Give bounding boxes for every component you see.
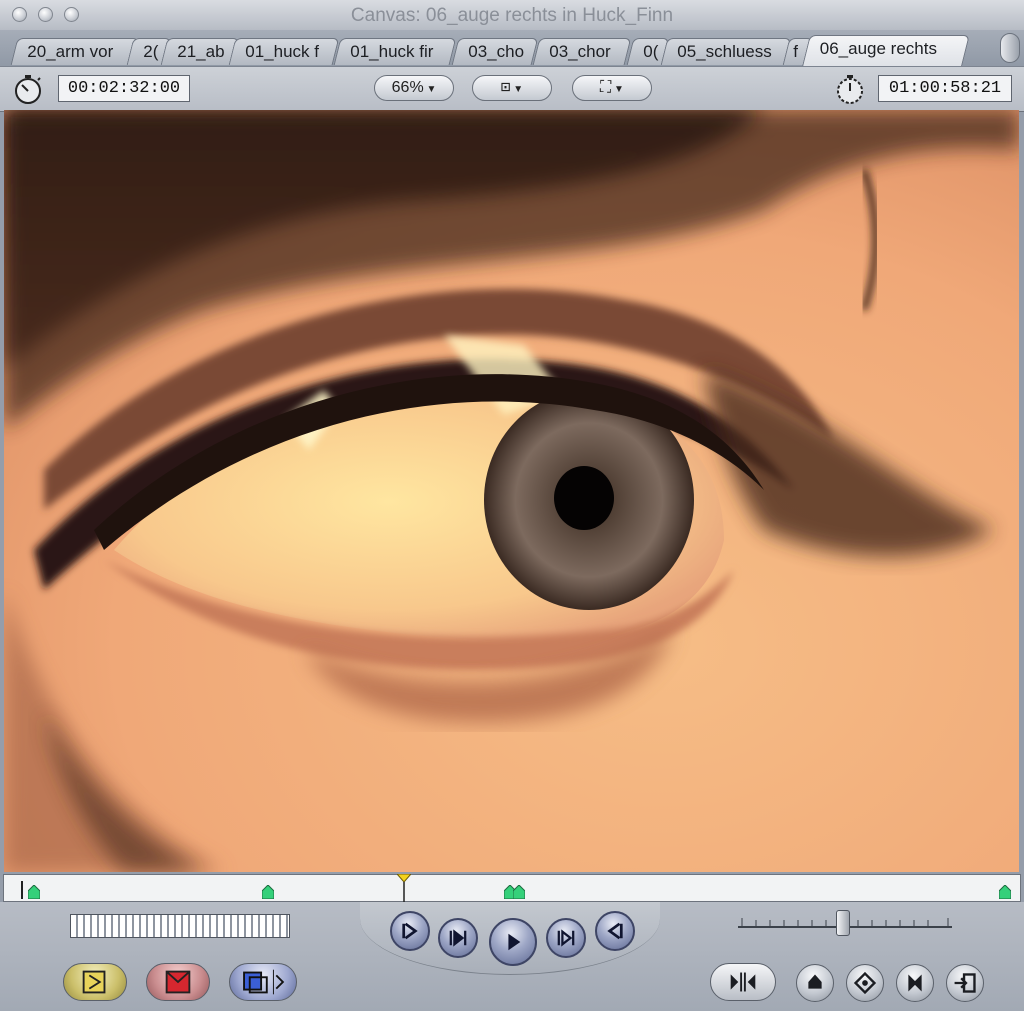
marker-icon[interactable] <box>262 885 274 899</box>
match-frame-icon <box>730 972 756 992</box>
in-point-indicator <box>21 881 23 899</box>
enter-icon <box>954 973 976 993</box>
eye-closeup-image <box>4 110 1019 872</box>
marker-icon[interactable] <box>513 885 525 899</box>
view-options-popup[interactable]: ⛶ ▼ <box>572 75 652 101</box>
marker-icon[interactable] <box>999 885 1011 899</box>
marker-add-icon <box>908 974 922 992</box>
chevron-down-icon: ▼ <box>611 84 624 95</box>
jog-handle[interactable] <box>836 910 850 936</box>
tab-21-ab[interactable]: 21_ab <box>160 38 240 65</box>
window-title: Canvas: 06_auge rechts in Huck_Finn <box>350 5 674 26</box>
play-icon <box>508 933 521 951</box>
next-edit-icon <box>607 922 623 940</box>
play-around-current-button[interactable] <box>546 918 586 958</box>
tab-03-cho[interactable]: 03_cho <box>451 38 539 65</box>
tab-01-huck-f[interactable]: 01_huck f <box>228 38 340 65</box>
overwrite-edit-button[interactable] <box>146 963 210 1001</box>
add-marker-button[interactable] <box>896 964 934 1002</box>
stopwatch-icon <box>15 75 41 104</box>
match-frame-button[interactable] <box>710 963 776 1001</box>
scrubber-bar[interactable] <box>3 874 1021 902</box>
canvas-window: Canvas: 06_auge rechts in Huck_Finn 20_a… <box>0 0 1024 1011</box>
overwrite-icon <box>165 970 191 994</box>
mark-clip-icon <box>808 974 822 989</box>
show-in-browser-button[interactable] <box>946 964 984 1002</box>
insert-edit-button[interactable] <box>63 963 127 1001</box>
mark-clip-button[interactable] <box>796 964 834 1002</box>
playhead-icon[interactable] <box>397 874 411 902</box>
frame-icon: ⛶ <box>600 79 612 96</box>
previous-edit-icon <box>402 922 418 940</box>
go-to-next-edit-button[interactable] <box>595 911 635 951</box>
keyframe-icon <box>853 971 877 995</box>
current-timecode-field[interactable]: 01:00:58:21 <box>878 75 1012 102</box>
chevron-down-icon: ▼ <box>510 84 524 95</box>
stopwatch-icon <box>837 75 863 104</box>
duration-timecode-field[interactable]: 00:02:32:00 <box>58 75 190 102</box>
play-in-to-out-button[interactable] <box>438 918 478 958</box>
tab-20-arm-vor[interactable]: 20_arm vor <box>10 38 140 65</box>
play-around-icon <box>557 929 575 947</box>
zoom-popup[interactable]: 66% ▼ <box>374 75 454 101</box>
tab-01-huck-fir[interactable]: 01_huck fir <box>333 38 457 65</box>
sequence-tab-bar: 20_arm vor 2( 21_ab 01_huck f 01_huck fi… <box>0 30 1024 66</box>
view-popup[interactable]: ⊡ ▼ <box>472 75 552 101</box>
marker-icon[interactable] <box>28 885 40 899</box>
video-frame[interactable] <box>4 110 1019 872</box>
shuttle-control[interactable] <box>70 914 290 938</box>
add-keyframe-button[interactable] <box>846 964 884 1002</box>
title-bar[interactable]: Canvas: 06_auge rechts in Huck_Finn <box>0 0 1024 31</box>
replace-edit-button[interactable] <box>229 963 297 1001</box>
play-button[interactable] <box>489 918 537 966</box>
play-in-out-icon <box>449 929 467 947</box>
canvas-toolbar: 00:02:32:00 66% ▼ ⊡ ▼ ⛶ ▼ 01:00:58:21 <box>0 66 1024 112</box>
zoom-value: 66% <box>391 79 424 96</box>
tab-scroll-button[interactable] <box>1000 33 1020 63</box>
tab-03-chor[interactable]: 03_chor <box>532 38 632 65</box>
go-to-previous-edit-button[interactable] <box>390 911 430 951</box>
insert-icon <box>82 970 106 994</box>
tab-06-auge-rechts[interactable]: 06_auge rechts <box>802 35 970 66</box>
chevron-down-icon: ▼ <box>423 84 437 95</box>
tab-05-schluess[interactable]: 05_schluess <box>660 38 792 65</box>
replace-icon <box>243 969 285 995</box>
